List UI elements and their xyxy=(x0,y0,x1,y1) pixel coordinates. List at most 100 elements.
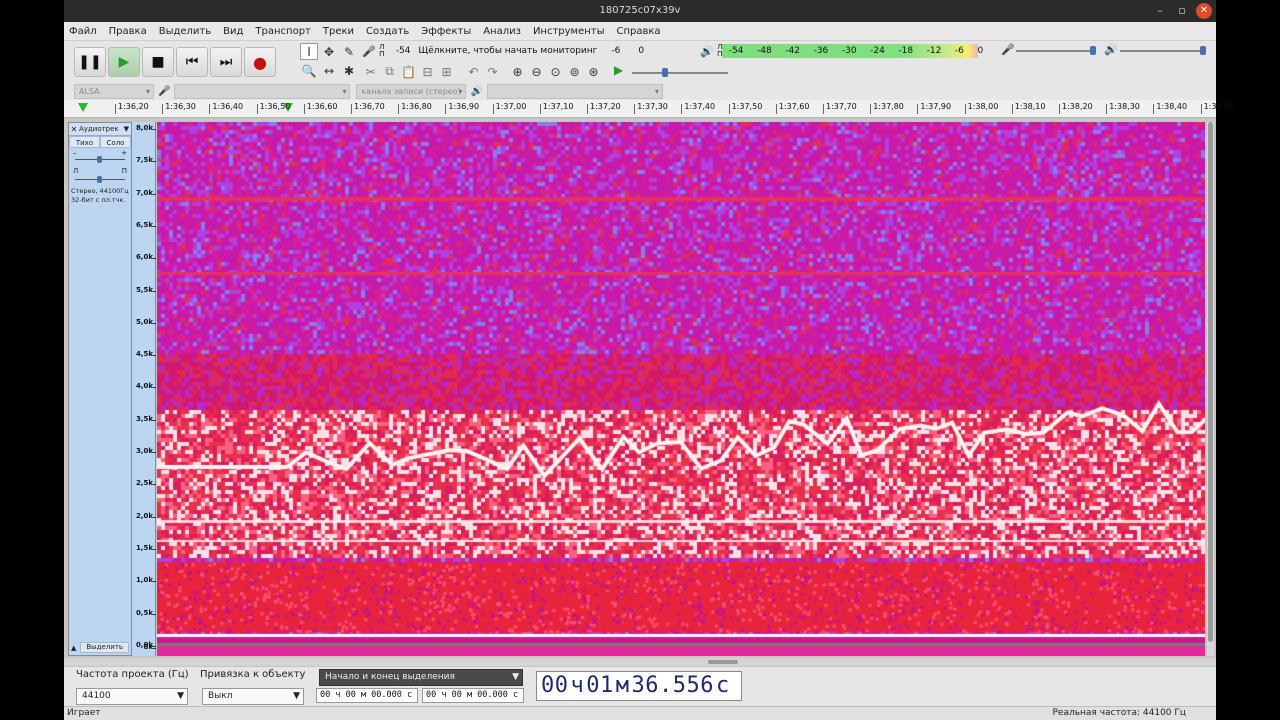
playback-scale-tick: -36 xyxy=(813,46,829,56)
record-button[interactable]: ● xyxy=(244,47,276,77)
menu-file[interactable]: Файл xyxy=(69,26,97,37)
frequency-tick-label: 8k xyxy=(143,643,156,651)
ruler-tick-label: 1:37,80 xyxy=(870,102,904,114)
close-icon[interactable]: ✕ xyxy=(1196,3,1212,19)
speaker-icon[interactable]: 🔊 xyxy=(700,45,714,58)
gain-knob[interactable] xyxy=(97,156,102,163)
playback-volume-knob[interactable] xyxy=(1200,46,1206,55)
skip-to-start-button[interactable]: ⏮ xyxy=(176,47,208,77)
gain-slider[interactable]: – + xyxy=(69,149,131,165)
snap-to-select[interactable]: Выкл ▼ xyxy=(202,688,304,705)
pan-knob[interactable] xyxy=(97,176,102,183)
track-name-menu[interactable]: Аудиотрек xyxy=(79,125,124,133)
zoom-out-icon[interactable]: ⊖ xyxy=(528,63,545,80)
ruler-tick-label: 1:37,40 xyxy=(681,102,716,114)
skip-to-end-button[interactable]: ⏭ xyxy=(210,47,242,77)
playback-scale: -54 -48 -42 -36 -30 -24 -18 -12 -6 0 xyxy=(722,44,990,58)
menu-tracks[interactable]: Треки xyxy=(323,26,354,37)
menu-help[interactable]: Справка xyxy=(617,26,661,37)
menu-analyze[interactable]: Анализ xyxy=(483,26,521,37)
project-rate-select[interactable]: 44100 ▼ xyxy=(76,688,188,705)
zoom-toggle-icon[interactable]: ⊛ xyxy=(585,63,602,80)
pan-slider[interactable]: Л П xyxy=(69,167,131,183)
record-volume-slider[interactable] xyxy=(1016,44,1096,56)
ruler-tick-label: 1:37,70 xyxy=(823,102,857,114)
ruler-tick-label: 1:36,70 xyxy=(351,102,385,114)
ruler-tick-label: 1:36,60 xyxy=(303,102,338,114)
record-meter[interactable]: 🎤 ЛП -54 Щёлкните, чтобы начать монитори… xyxy=(362,44,670,58)
ruler-tick-label: 1:37,10 xyxy=(539,102,574,114)
menu-transport[interactable]: Транспорт xyxy=(255,26,310,37)
fit-selection-icon[interactable]: ⊙ xyxy=(547,63,564,80)
pause-button[interactable]: ❚❚ xyxy=(74,47,106,77)
play-region-start-marker[interactable] xyxy=(78,103,88,112)
track-info: Стерео, 44100Гц 32-бит с пл.тчк. xyxy=(69,187,131,205)
ruler-tick-label: 1:38,00 xyxy=(964,102,999,114)
horizontal-scrollbar[interactable] xyxy=(64,658,1216,666)
selection-tool-icon[interactable]: I xyxy=(300,43,318,60)
play-speed-knob[interactable] xyxy=(662,68,668,77)
audio-host-select[interactable]: ALSA xyxy=(74,83,154,99)
trim-icon[interactable]: ⊟ xyxy=(419,63,436,80)
record-device-select[interactable] xyxy=(174,83,351,99)
chevron-down-icon: ▼ xyxy=(293,691,300,701)
playback-volume-slider[interactable] xyxy=(1120,44,1206,56)
stop-button[interactable]: ■ xyxy=(142,47,174,77)
zoom-in-icon[interactable]: ⊕ xyxy=(509,63,526,80)
monitor-hint[interactable]: Щёлкните, чтобы начать мониторинг xyxy=(418,46,597,56)
playback-volume-icon[interactable]: 🔊 xyxy=(1104,43,1118,56)
timeline-ruler[interactable]: 1:36,20 1:36,30 1:36,40 1:36,50 1:36,60 1:36,… xyxy=(64,100,1234,118)
solo-button[interactable]: Соло xyxy=(100,136,131,148)
close-track-icon[interactable]: ✕ xyxy=(69,125,79,134)
record-volume-icon[interactable]: 🎤 xyxy=(1001,43,1015,56)
playback-state: Играет xyxy=(67,708,101,718)
spectrogram-view[interactable] xyxy=(157,122,1205,656)
minimize-icon[interactable]: – xyxy=(1152,3,1168,19)
paste-icon[interactable]: 📋 xyxy=(400,63,417,80)
menu-generate[interactable]: Создать xyxy=(366,26,409,37)
play-at-speed-icon[interactable]: ▶ xyxy=(614,63,623,77)
redo-icon[interactable]: ↷ xyxy=(484,63,501,80)
draw-tool-icon[interactable]: ✎ xyxy=(340,43,358,60)
undo-icon[interactable]: ↶ xyxy=(465,63,482,80)
selection-start-time[interactable]: 00 ч 00 м 00.000 с xyxy=(316,688,418,703)
envelope-tool-icon[interactable]: ✥ xyxy=(320,43,338,60)
menu-edit[interactable]: Правка xyxy=(109,26,147,37)
playback-meter[interactable]: 🔊 ЛП -54 -48 -42 -36 -30 -24 -18 -12 -6 … xyxy=(700,44,990,58)
mute-button[interactable]: Тихо xyxy=(69,136,100,148)
timeshift-tool-icon[interactable]: ↔ xyxy=(320,62,338,79)
record-channels-select[interactable]: канала записи (стерео) xyxy=(356,83,467,99)
ruler-tick-label: 1:36,90 xyxy=(445,102,480,114)
stop-icon: ■ xyxy=(151,54,165,70)
maximize-icon[interactable]: ▫ xyxy=(1174,3,1190,19)
audio-position-display[interactable]: 00ч01м36.556с xyxy=(536,671,742,701)
play-speed-slider[interactable] xyxy=(632,66,728,78)
multi-tool-icon[interactable]: ✱ xyxy=(340,62,358,79)
playback-scale-tick: -12 xyxy=(926,46,942,56)
ruler-tick-label: 1:36,80 xyxy=(398,102,432,114)
select-track-button[interactable]: Выделить xyxy=(80,642,129,653)
selection-end-time[interactable]: 00 ч 00 м 00.000 с xyxy=(422,688,524,703)
record-scale-right: -6 xyxy=(611,46,621,56)
frequency-tick-label: 1,5k xyxy=(135,543,157,552)
menu-select[interactable]: Выделить xyxy=(159,26,211,37)
menu-view[interactable]: Вид xyxy=(223,26,243,37)
microphone-icon[interactable]: 🎤 xyxy=(362,45,376,58)
silence-icon[interactable]: ⊞ xyxy=(438,63,455,80)
vertical-scrollbar[interactable] xyxy=(1207,122,1214,656)
zoom-tool-icon[interactable]: 🔍 xyxy=(300,62,318,79)
playback-device-select[interactable] xyxy=(486,83,663,99)
playback-scale-tick: -42 xyxy=(785,46,801,56)
selection-mode-select[interactable]: Начало и конец выделения ▼ xyxy=(319,669,523,686)
menu-tools[interactable]: Инструменты xyxy=(533,26,605,37)
fit-project-icon[interactable]: ⊚ xyxy=(566,63,583,80)
play-button[interactable]: ▶ xyxy=(108,47,140,77)
collapse-track-icon[interactable]: ▲ xyxy=(71,644,76,652)
chevron-down-icon: ▼ xyxy=(512,672,519,682)
frequency-scale[interactable]: 8,0k 7,5k 7,0k 6,5k 6,0k 5,5k 5,0k 4,5k 4,0k 3,5k… xyxy=(132,122,157,656)
copy-icon[interactable]: ⧉ xyxy=(381,63,398,80)
menu-effects[interactable]: Эффекты xyxy=(421,26,471,37)
cut-icon[interactable]: ✂ xyxy=(362,63,379,80)
track-menu-chevron-icon[interactable]: ▼ xyxy=(124,125,131,133)
record-volume-knob[interactable] xyxy=(1090,46,1096,55)
